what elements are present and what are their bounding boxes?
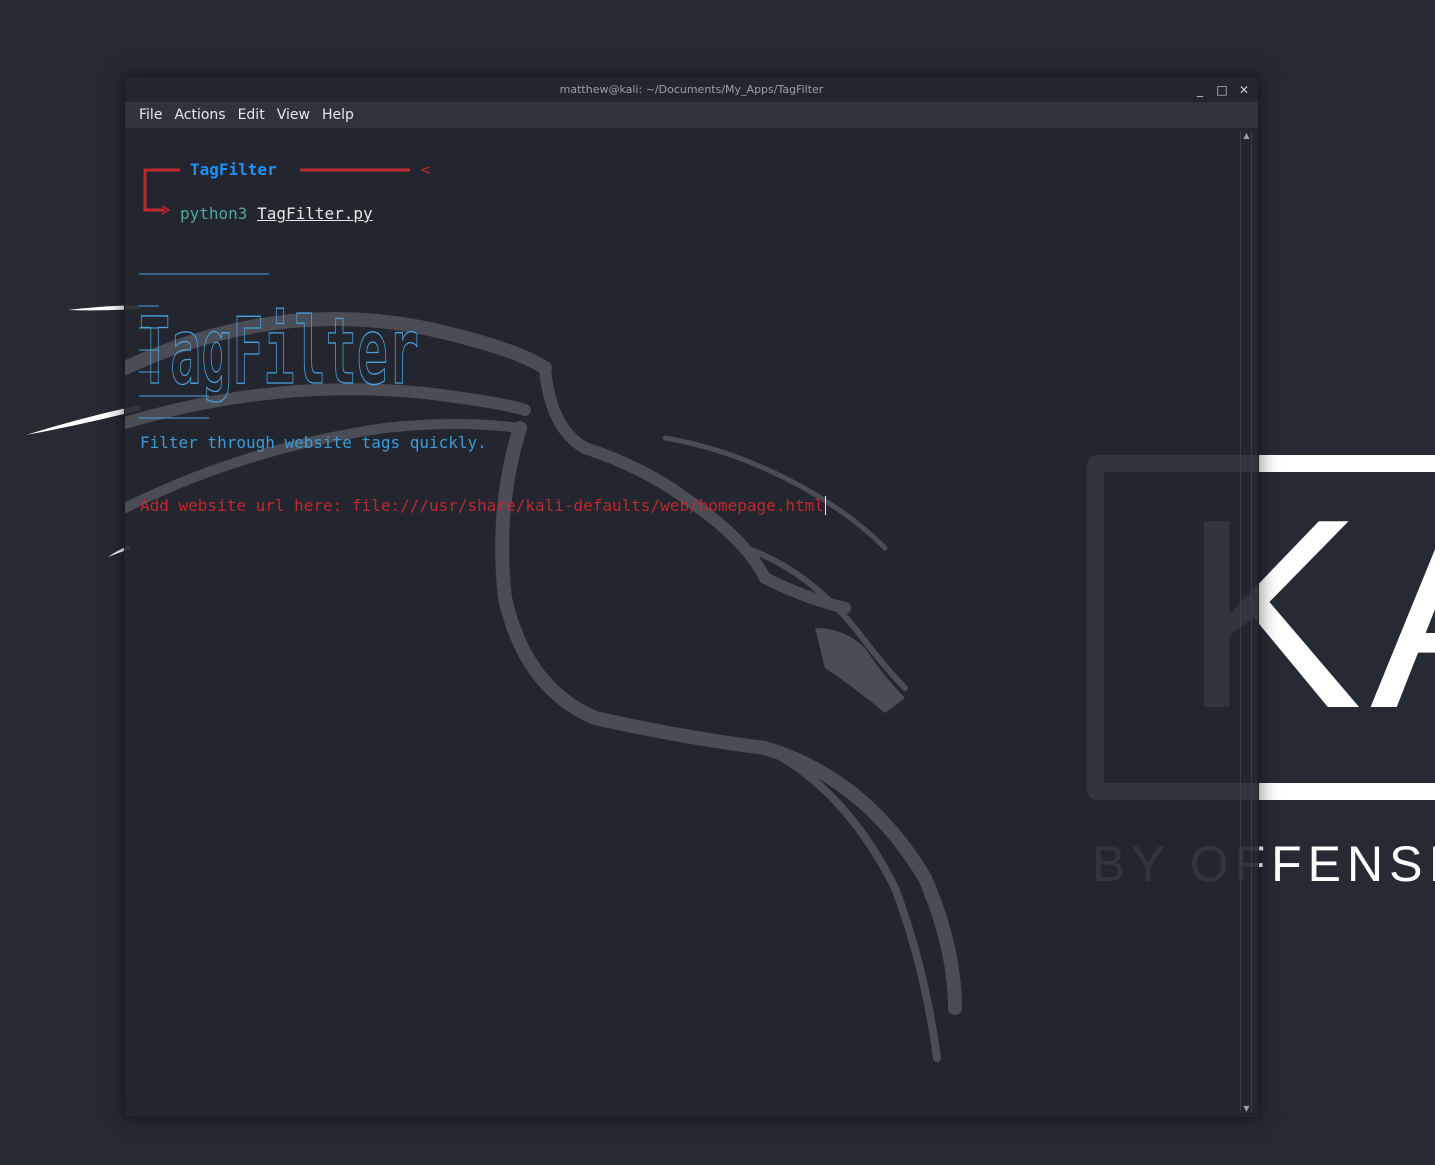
text-cursor xyxy=(824,496,826,515)
url-label: Add website url here: xyxy=(140,496,352,515)
tagline-text: Filter through website tags quickly. xyxy=(140,433,487,452)
menu-file[interactable]: File xyxy=(133,107,168,123)
command-file[interactable]: TagFilter.py xyxy=(257,204,373,223)
menu-view[interactable]: View xyxy=(271,107,316,123)
prompt-title: TagFilter xyxy=(190,160,277,179)
command-line: python3 TagFilter.py xyxy=(180,204,373,223)
terminal-window[interactable]: matthew@kali: ~/Documents/My_Apps/TagFil… xyxy=(124,76,1259,1118)
minimize-icon[interactable]: _ xyxy=(1194,84,1206,96)
url-input-value[interactable]: file:///usr/share/kali-defaults/web/home… xyxy=(352,496,824,515)
scroll-up-icon[interactable]: ▲ xyxy=(1242,131,1251,140)
scroll-down-icon[interactable]: ▼ xyxy=(1242,1104,1251,1113)
ascii-banner: TagFilter xyxy=(139,273,420,419)
menu-help[interactable]: Help xyxy=(316,107,360,123)
window-titlebar[interactable]: matthew@kali: ~/Documents/My_Apps/TagFil… xyxy=(125,77,1258,102)
url-prompt[interactable]: Add website url here: file:///usr/share/… xyxy=(140,496,826,515)
banner-text: TagFilter xyxy=(139,298,419,405)
terminal-scrollbar[interactable]: ▲ ▼ xyxy=(1240,131,1252,1113)
window-title: matthew@kali: ~/Documents/My_Apps/TagFil… xyxy=(559,83,824,96)
menu-bar: File Actions Edit View Help xyxy=(125,102,1258,128)
close-icon[interactable]: ✕ xyxy=(1238,84,1250,96)
command-name: python3 xyxy=(180,204,248,223)
menu-actions[interactable]: Actions xyxy=(168,107,231,123)
menu-edit[interactable]: Edit xyxy=(232,107,271,123)
terminal-output[interactable]: TagFilter < python3 TagFilter.py TagFilt… xyxy=(125,128,1240,1117)
prompt-arrow: < xyxy=(421,160,431,179)
maximize-icon[interactable]: □ xyxy=(1216,84,1228,96)
window-controls: _ □ ✕ xyxy=(1194,77,1250,102)
